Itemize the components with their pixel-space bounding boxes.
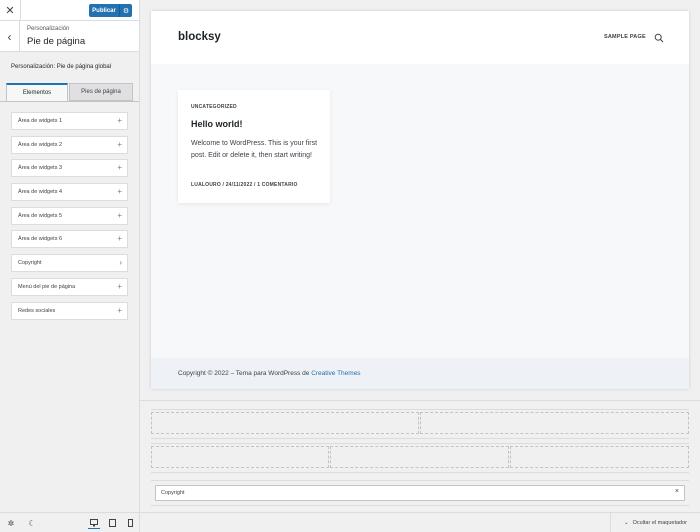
customizer-panel: ✕ Publicar ⚙ ‹ Personalización Pie de pá… xyxy=(0,0,140,532)
tablet-icon[interactable] xyxy=(106,517,118,529)
element-item-widget-area-3[interactable]: Área de widgets 3 + xyxy=(11,159,128,178)
dark-mode-icon[interactable]: ☾ xyxy=(26,517,38,529)
customizer-footer-bar: ✲ ☾ xyxy=(0,512,140,532)
hide-builder-button[interactable]: ⌄ Ocultar el maquetador xyxy=(610,513,700,532)
section-title: Pie de página xyxy=(27,36,86,47)
publish-button[interactable]: Publicar xyxy=(89,4,119,17)
plus-icon[interactable]: + xyxy=(117,116,122,125)
section-subtitle: Personalización: Pie de página global xyxy=(11,64,112,70)
hide-builder-label: Ocultar el maquetador xyxy=(632,519,688,526)
close-icon: ✕ xyxy=(5,5,15,17)
post-excerpt: Welcome to WordPress. This is your first… xyxy=(191,140,318,159)
close-customizer-button[interactable]: ✕ xyxy=(0,0,21,21)
element-item-label: Área de widgets 4 xyxy=(18,189,63,196)
plus-icon[interactable]: + xyxy=(117,234,122,243)
post-meta: LUALOURO / 24/11/2022 / 1 COMENTARIO xyxy=(191,182,298,188)
builder-element-label: Copyright xyxy=(161,490,185,496)
element-item-label: Área de widgets 2 xyxy=(18,141,63,148)
footer-link-creative-themes[interactable]: Creative Themes xyxy=(311,370,360,377)
post-title[interactable]: Hello world! xyxy=(191,119,243,129)
chevron-down-icon: ⌄ xyxy=(623,519,629,526)
element-item-widget-area-6[interactable]: Área de widgets 6 + xyxy=(11,230,128,249)
element-item-label: Redes sociales xyxy=(18,307,56,314)
plus-icon[interactable]: + xyxy=(117,306,122,315)
footer-copyright: Copyright © 2022 – Tema para WordPress d… xyxy=(178,370,361,377)
site-footer: Copyright © 2022 – Tema para WordPress d… xyxy=(151,358,689,389)
element-item-label: Área de widgets 5 xyxy=(18,212,63,219)
back-button[interactable]: ‹ xyxy=(0,21,20,52)
site-logo[interactable]: blocksy xyxy=(178,31,221,43)
desktop-icon[interactable] xyxy=(88,517,100,529)
gear-icon: ⚙ xyxy=(122,7,130,15)
tabs: Elementos Pies de página xyxy=(6,83,133,101)
nav-link-sample-page[interactable]: SAMPLE PAGE xyxy=(604,34,646,40)
plus-icon[interactable]: + xyxy=(117,140,122,149)
mobile-icon[interactable] xyxy=(124,517,136,529)
section-header: ‹ Personalización Pie de página xyxy=(0,21,139,52)
builder-column[interactable] xyxy=(420,412,689,434)
plus-icon[interactable]: + xyxy=(117,187,122,196)
element-item-label: Área de widgets 1 xyxy=(18,118,63,124)
tabs-divider xyxy=(0,101,139,102)
element-item-widget-area-5[interactable]: Área de widgets 5 + xyxy=(11,206,128,225)
breadcrumb: Personalización xyxy=(27,26,70,32)
post-card: UNCATEGORIZED Hello world! Welcome to Wo… xyxy=(178,90,330,203)
element-item-label: Copyright xyxy=(18,260,42,267)
element-item-label: Menú del pie de página xyxy=(18,283,76,290)
builder-row-middle xyxy=(151,443,689,473)
builder-element-copyright[interactable]: Copyright × xyxy=(155,485,685,501)
builder-column[interactable] xyxy=(510,446,689,468)
search-icon[interactable] xyxy=(654,33,664,43)
settings-icon[interactable]: ✲ xyxy=(5,517,17,529)
tab-elements[interactable]: Elementos xyxy=(6,83,68,101)
plus-icon[interactable]: + xyxy=(117,163,122,172)
builder-row-top xyxy=(151,409,689,439)
plus-icon[interactable]: + xyxy=(117,211,122,220)
publish-settings-button[interactable]: ⚙ xyxy=(119,4,132,17)
builder-column[interactable] xyxy=(151,412,419,434)
builder-bottom-bar: ⌄ Ocultar el maquetador xyxy=(140,512,700,532)
site-header: blocksy SAMPLE PAGE xyxy=(151,11,689,64)
preview-frame: blocksy SAMPLE PAGE UNCATEGORIZED Hello … xyxy=(151,11,689,389)
element-item-copyright[interactable]: Copyright › xyxy=(11,254,128,273)
tab-footers[interactable]: Pies de página xyxy=(69,83,133,101)
element-item-social-networks[interactable]: Redes sociales + xyxy=(11,301,128,320)
footer-builder: Copyright × xyxy=(140,400,700,512)
builder-column[interactable] xyxy=(330,446,509,468)
customizer-topbar: ✕ Publicar ⚙ xyxy=(0,0,139,21)
element-item-widget-area-1[interactable]: Área de widgets 1 + xyxy=(11,112,128,130)
chevron-right-icon[interactable]: › xyxy=(119,258,122,267)
element-item-widget-area-2[interactable]: Área de widgets 2 + xyxy=(11,135,128,154)
builder-row-bottom: Copyright × xyxy=(151,480,689,506)
element-item-footer-menu[interactable]: Menú del pie de página + xyxy=(11,277,128,296)
site-preview: blocksy SAMPLE PAGE UNCATEGORIZED Hello … xyxy=(140,0,700,512)
element-item-widget-area-4[interactable]: Área de widgets 4 + xyxy=(11,183,128,202)
element-item-label: Área de widgets 6 xyxy=(18,236,63,243)
builder-column[interactable] xyxy=(151,446,329,468)
close-icon[interactable]: × xyxy=(675,488,679,495)
plus-icon[interactable]: + xyxy=(117,282,122,291)
footer-copyright-text: Copyright © 2022 – Tema para WordPress d… xyxy=(178,370,312,377)
chevron-left-icon: ‹ xyxy=(7,29,12,44)
element-item-label: Área de widgets 3 xyxy=(18,165,63,172)
post-category[interactable]: UNCATEGORIZED xyxy=(191,104,237,110)
footer-elements-list: Área de widgets 1 + Área de widgets 2 + … xyxy=(11,112,128,325)
